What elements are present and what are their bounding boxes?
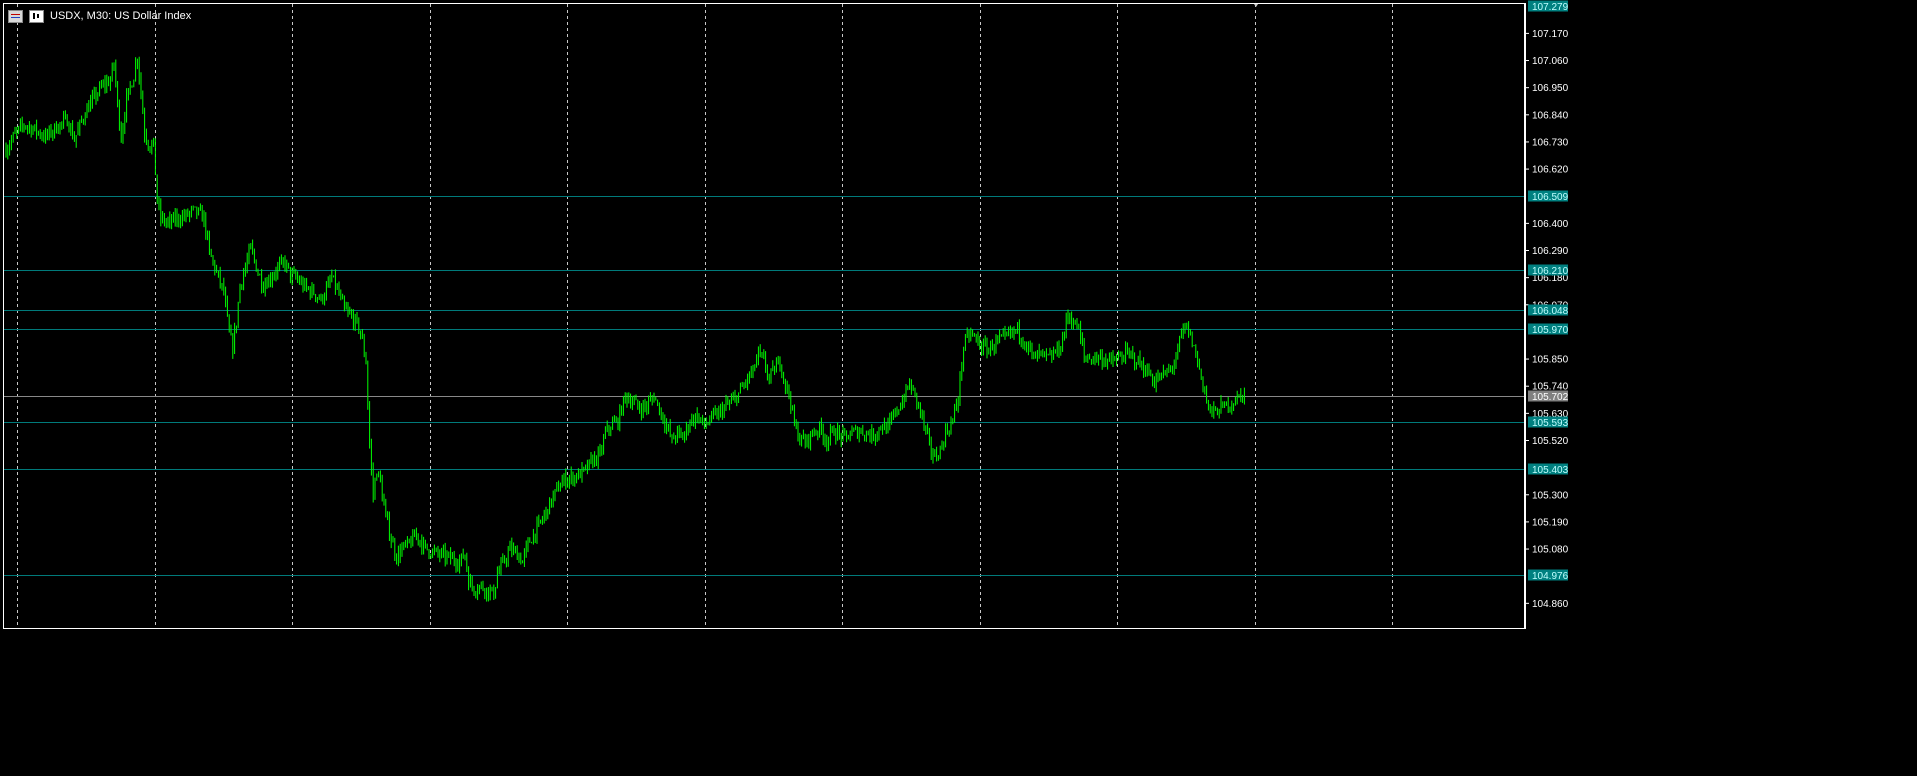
chart-background [0, 0, 1917, 772]
price-tick-label: 105.850 [1532, 355, 1569, 366]
level-label: 104.976 [1532, 571, 1569, 582]
level-label: 105.403 [1532, 465, 1569, 476]
price-tick-label: 106.840 [1532, 110, 1569, 121]
price-tick-label: 105.300 [1532, 490, 1569, 501]
price-tick-label: 105.520 [1532, 436, 1569, 447]
chart-canvas[interactable]: 107.170 107.060 106.950 106.840 106.730 106.6… [0, 0, 1917, 772]
top-price-label: 107.279 [1532, 2, 1569, 13]
price-tick-label: 107.060 [1532, 56, 1569, 67]
price-tick-label: 105.190 [1532, 517, 1569, 528]
level-label: 105.593 [1532, 418, 1569, 429]
price-tick-label: 106.620 [1532, 165, 1569, 176]
price-tick-label: 106.290 [1532, 246, 1569, 257]
current-price-label: 105.702 [1532, 392, 1569, 403]
level-label: 106.509 [1532, 192, 1569, 203]
price-tick-label: 106.950 [1532, 83, 1569, 94]
chart-title: USDX, M30: US Dollar Index [50, 10, 192, 22]
market-watch-icon[interactable] [8, 9, 23, 23]
chart-window[interactable]: 107.170 107.060 106.950 106.840 106.730 106.6… [0, 0, 1917, 772]
level-label: 106.048 [1532, 306, 1569, 317]
price-tick-label: 106.730 [1532, 137, 1569, 148]
level-label: 105.970 [1532, 325, 1569, 336]
price-tick-label: 106.400 [1532, 219, 1569, 230]
price-tick-label: 104.860 [1532, 599, 1569, 610]
level-label: 106.210 [1532, 266, 1569, 277]
price-tick-label: 107.170 [1532, 29, 1569, 40]
chart-title-bar: USDX, M30: US Dollar Index [8, 8, 191, 24]
chart-type-icon[interactable] [29, 9, 44, 23]
price-tick-label: 105.080 [1532, 545, 1569, 556]
